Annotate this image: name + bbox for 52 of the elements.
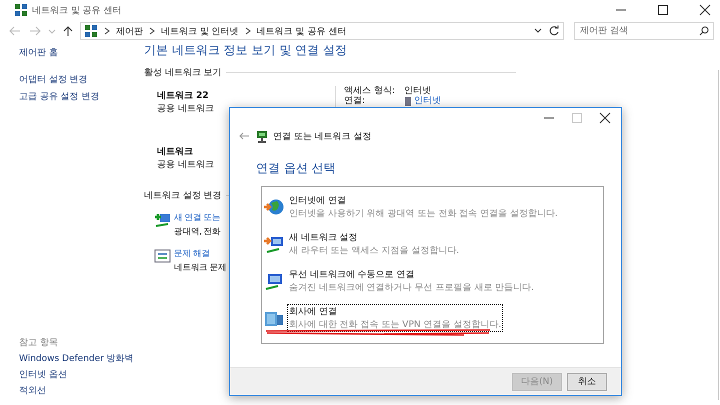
sidebar-link[interactable]: 어댑터 설정 변경 [19,73,88,86]
chevron-icon [103,26,111,36]
task-link[interactable]: 새 연결 또는 [174,212,220,224]
breadcrumb[interactable]: 제어판 [116,24,143,38]
breadcrumb[interactable]: 네트워크 및 인터넷 [161,24,239,38]
section-heading: 참고 항목 [19,337,58,349]
window-title: 네트워크 및 공유 센터 [32,4,122,16]
connection-option[interactable]: 회사에 연결 회사에 대한 전화 접속 또는 VPN 연결을 설정합니다. [287,304,504,332]
network-plus-icon [154,212,171,228]
building-icon [264,309,284,327]
globe-icon [264,198,284,216]
network-icon [84,24,98,38]
task-description: 네트워크 문제 [174,262,227,274]
search-icon[interactable] [699,26,709,36]
field-value: 인터넷 [404,86,431,96]
breadcrumb[interactable]: 네트워크 및 공유 센터 [256,24,346,38]
chevron-icon [244,26,252,36]
dialog-heading: 연결 옵션 선택 [255,160,337,177]
task-description: 광대역, 전화 [174,226,220,238]
dialog-button[interactable]: 취소 [567,372,607,390]
page-heading: 기본 네트워크 정보 보기 및 연결 설정 [144,42,348,59]
dialog-title: 연결 또는 네트워크 설정 [273,130,372,142]
search-field[interactable]: 제어판 검색 [574,22,714,40]
sidebar-link[interactable]: 적외선 [19,384,46,397]
monitor-arrow-icon [264,235,284,253]
chevron-icon [148,26,156,36]
connection-option[interactable]: 새 네트워크 설정 새 라우터 또는 액세스 지점을 설정합니다. [287,230,462,258]
network-name: 네트워크 22 [157,90,209,102]
field-label: 액세스 형식: [344,86,396,96]
connection-link[interactable]: 인터넷 [414,96,441,106]
up-arrow-icon[interactable] [62,25,74,37]
sidebar-link[interactable]: 인터넷 옵션 [19,368,67,381]
field-label: 연결: [344,96,366,106]
refresh-icon[interactable] [548,25,560,37]
sidebar-link[interactable]: 고급 공유 설정 변경 [19,90,100,103]
connection-option[interactable]: 인터넷에 연결 인터넷을 사용하기 위해 광대역 또는 전화 접속 연결을 설정합니다. [287,193,560,221]
network-name: 네트워크 [157,146,193,158]
network-type: 공용 네트워크 [157,159,214,171]
network-icon [14,3,28,17]
section-heading: 활성 네트워크 보기 [144,67,222,79]
monitor-icon [264,272,284,290]
address-bar[interactable]: 제어판 네트워크 및 인터넷 네트워크 및 공유 센터 [80,22,564,40]
connection-option[interactable]: 무선 네트워크에 수동으로 연결 숨겨진 네트워크에 연결하거나 무선 프로필을 새로 만듭니다. [287,267,536,295]
section-heading: 네트워크 설정 변경 [144,190,222,202]
network-setup-icon [256,130,268,142]
connection-icon [404,96,412,106]
sidebar-link[interactable]: Windows Defender 방화벽 [19,352,134,365]
task-link[interactable]: 문제 해결 [174,248,210,260]
back-arrow-icon[interactable] [238,131,250,141]
troubleshoot-icon [154,248,171,264]
sidebar-link[interactable]: 제어판 홈 [19,46,58,59]
network-type: 공용 네트워크 [157,103,214,115]
